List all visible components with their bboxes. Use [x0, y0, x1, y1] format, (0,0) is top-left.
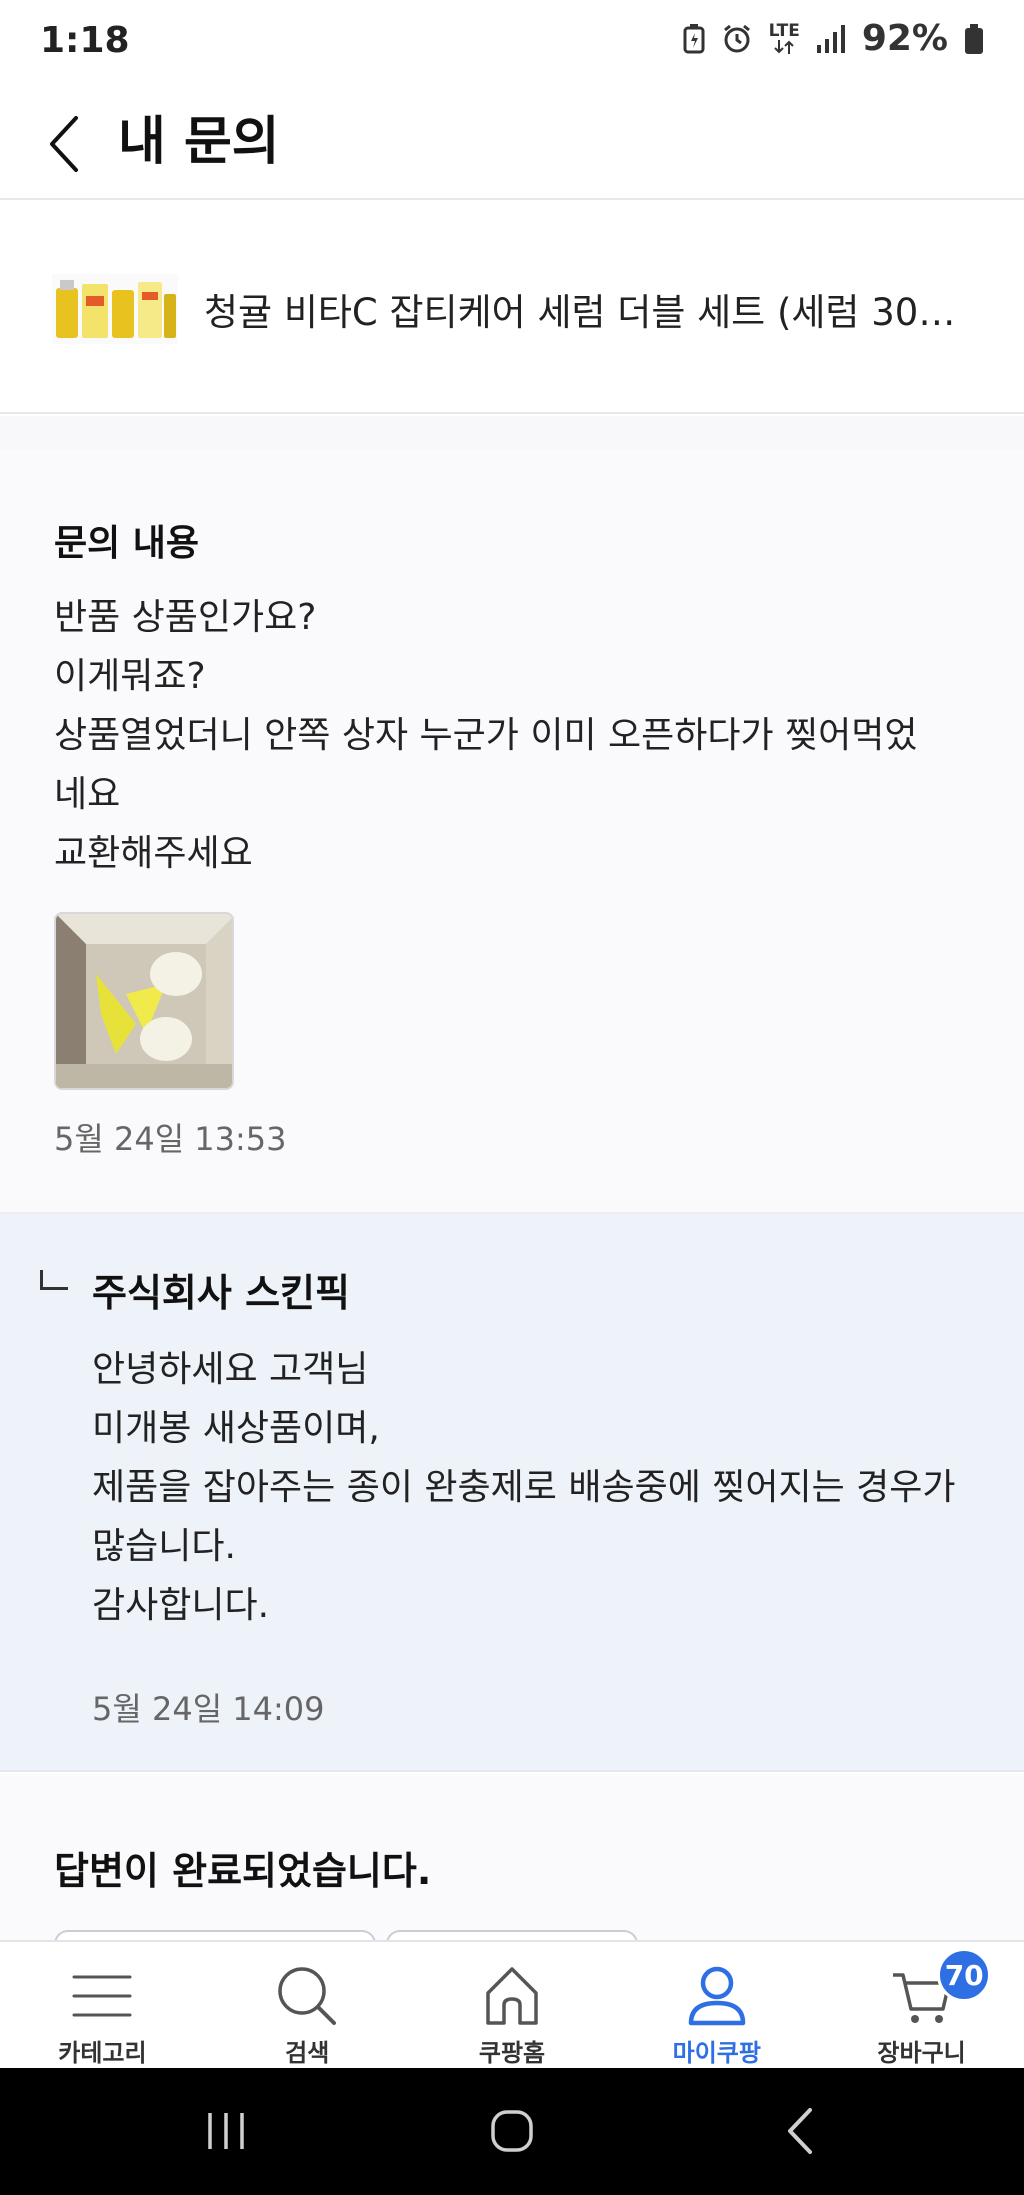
nav-item-home[interactable]: 쿠팡홈 [410, 1942, 615, 2068]
answer-line: 제품을 잡아주는 종이 완충제로 배송중에 찢어지는 경우가 [92, 1467, 956, 1508]
battery-icon [964, 23, 984, 54]
nav-label: 검색 [285, 2039, 330, 2067]
alarm-icon [721, 23, 753, 55]
answer-body: 안녕하세요 고객님 미개봉 새상품이며, 제품을 잡아주는 종이 완충제로 배송… [92, 1340, 992, 1635]
inquiry-line: 네요 [54, 774, 121, 815]
recent-apps-button[interactable] [186, 2098, 266, 2164]
signal-icon [816, 24, 846, 53]
search-icon [275, 1964, 339, 2027]
answer-company: 주식회사 스킨픽 [92, 1271, 350, 1315]
nav-label: 장바구니 [877, 2039, 966, 2067]
home-circle-icon [491, 2110, 533, 2152]
status-bar: 1:18 LTE 92% [0, 0, 1024, 88]
page-title: 내 문의 [118, 112, 280, 172]
cart-count-badge: 70 [937, 1948, 992, 2002]
system-back-button[interactable] [760, 2098, 840, 2164]
battery-saver-icon [683, 23, 705, 54]
section-divider [0, 416, 1024, 450]
app-header: 내 문의 [0, 88, 1024, 200]
nav-item-mycoupang[interactable]: 마이쿠팡 [614, 1942, 819, 2068]
back-arrow-icon [788, 2108, 812, 2154]
inquiry-line: 상품열었더니 안쪽 상자 누군가 이미 오픈하다가 찢어먹었 [54, 715, 918, 756]
reply-indicator-icon [40, 1270, 68, 1290]
product-row[interactable]: 청귤 비타C 잡티케어 세럼 더블 세트 (세럼 30m... [0, 202, 1024, 414]
system-nav-bar [0, 2068, 1024, 2195]
bottom-nav: 카테고리 검색 쿠팡홈 마이쿠팡 70 장바구니 [0, 1940, 1024, 2068]
inquiry-section: 문의 내용 반품 상품인가요? 이게뭐죠? 상품열었더니 안쪽 상자 누군가 이… [0, 450, 1024, 1214]
answer-section: 주식회사 스킨픽 안녕하세요 고객님 미개봉 새상품이며, 제품을 잡아주는 종… [0, 1214, 1024, 1772]
nav-item-search[interactable]: 검색 [205, 1942, 410, 2068]
status-indicators: LTE 92% [683, 18, 984, 59]
product-name: 청귤 비타C 잡티케어 세럼 더블 세트 (세럼 30m... [204, 291, 984, 334]
network-label: LTE [768, 21, 800, 41]
answer-line: 미개봉 새상품이며, [92, 1408, 380, 1449]
inquiry-body: 반품 상품인가요? 이게뭐죠? 상품열었더니 안쪽 상자 누군가 이미 오픈하다… [54, 588, 974, 883]
answer-date: 5월 24일 14:09 [92, 1690, 325, 1728]
answer-line: 감사합니다. [92, 1585, 270, 1626]
recent-apps-icon [208, 2113, 244, 2149]
home-button[interactable] [472, 2098, 552, 2164]
nav-item-cart[interactable]: 70 장바구니 [819, 1942, 1024, 2068]
person-icon [685, 1964, 749, 2027]
completion-section: 답변이 완료되었습니다. [0, 1774, 1024, 1970]
status-time: 1:18 [40, 20, 130, 61]
nav-label: 쿠팡홈 [478, 2039, 546, 2067]
answer-line: 안녕하세요 고객님 [92, 1349, 369, 1390]
inquiry-title: 문의 내용 [54, 523, 200, 564]
inquiry-line: 반품 상품인가요? [54, 597, 317, 638]
inquiry-line: 이게뭐죠? [54, 656, 206, 697]
nav-item-category[interactable]: 카테고리 [0, 1942, 205, 2068]
inquiry-photo[interactable] [54, 912, 234, 1090]
inquiry-line: 교환해주세요 [54, 833, 253, 874]
battery-percent: 92% [861, 18, 948, 59]
answer-line: 많습니다. [92, 1526, 236, 1567]
nav-label: 카테고리 [58, 2039, 147, 2067]
back-button[interactable] [36, 108, 92, 180]
nav-label: 마이쿠팡 [672, 2039, 761, 2067]
home-icon [480, 1964, 544, 2027]
inquiry-date: 5월 24일 13:53 [54, 1120, 287, 1158]
completion-text: 답변이 완료되었습니다. [54, 1849, 432, 1893]
product-thumbnail [52, 274, 178, 344]
menu-icon [70, 1964, 134, 2027]
lte-icon: LTE [769, 23, 800, 54]
chevron-left-icon [50, 116, 78, 172]
